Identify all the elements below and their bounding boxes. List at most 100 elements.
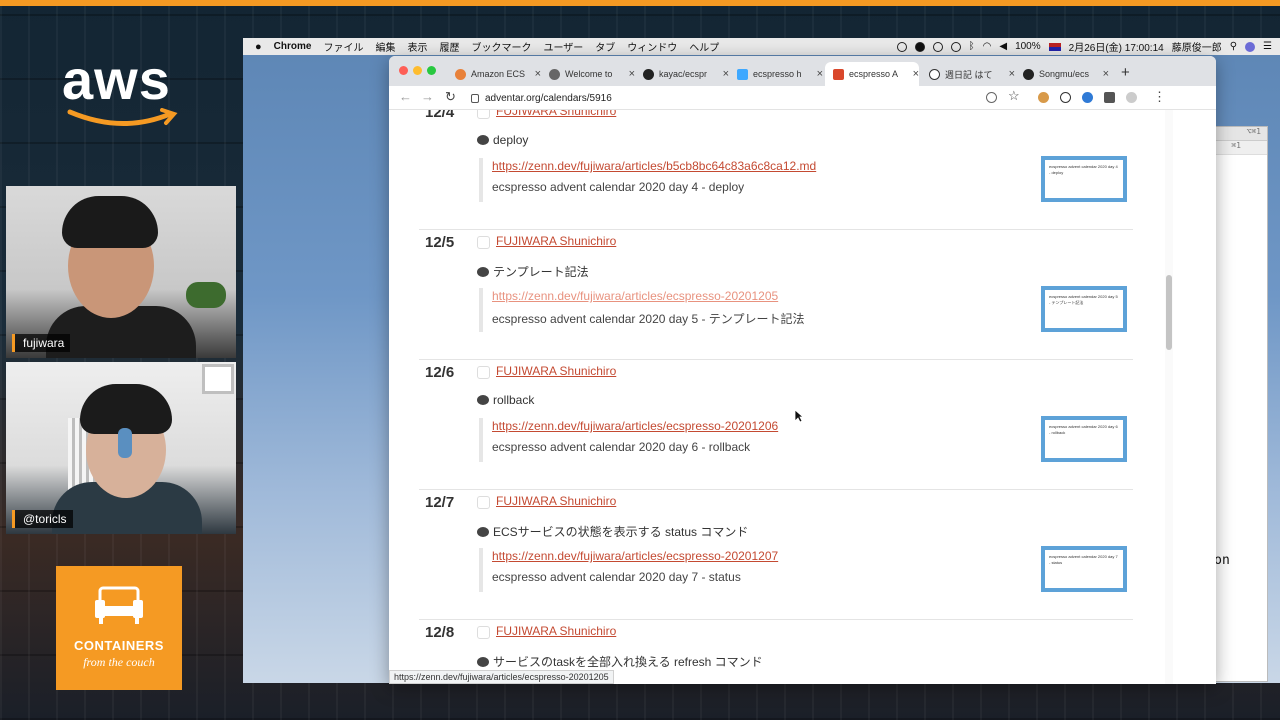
battery-level[interactable]: 100%	[1015, 41, 1041, 52]
author-link[interactable]: FUJIWARA Shunichiro	[496, 494, 616, 508]
tray-info-icon[interactable]	[950, 41, 961, 52]
cam-label-toricls: @toricls	[12, 510, 73, 528]
show-logo-title: CONTAINERS	[74, 638, 164, 653]
tray-clock-icon[interactable]	[932, 41, 943, 52]
quote-bar	[479, 288, 485, 332]
author-avatar	[477, 496, 490, 509]
flag-icon[interactable]	[1048, 42, 1061, 51]
tab-welcome[interactable]: Welcome to ×	[541, 62, 635, 86]
aws-logo: aws	[62, 50, 182, 132]
tab-label: Amazon ECS	[471, 69, 526, 79]
article-title: ecspresso advent calendar 2020 day 5 - テ…	[492, 312, 805, 326]
comment-bubble-icon	[477, 135, 489, 145]
tab-ecspresso-zenn[interactable]: ecspresso h ×	[729, 62, 823, 86]
extension-search-icon[interactable]	[1082, 92, 1093, 103]
info-icon	[929, 68, 940, 80]
author-link[interactable]: FUJIWARA Shunichiro	[496, 234, 616, 248]
address-bar[interactable]: adventar.org/calendars/5916	[471, 89, 1031, 107]
aws-logo-text: aws	[62, 48, 171, 111]
apple-menu-icon[interactable]: ●	[255, 41, 262, 53]
author-link[interactable]: FUJIWARA Shunichiro	[496, 624, 616, 638]
tab-kayac-ecspresso[interactable]: kayac/ecspr ×	[635, 62, 729, 86]
tab-label: 週日記 はて	[945, 69, 993, 80]
entry-comment: テンプレート記法	[477, 263, 589, 280]
article-thumbnail[interactable]: ecspresso advent calendar 2020 day 6 - r…	[1041, 416, 1127, 462]
extensions-puzzle-icon[interactable]	[1104, 92, 1115, 103]
article-thumbnail[interactable]: ecspresso advent calendar 2020 day 4 - d…	[1041, 156, 1127, 202]
close-tab-icon[interactable]: ×	[1103, 68, 1109, 80]
forward-button[interactable]: →	[421, 89, 434, 104]
menu-window[interactable]: ウィンドウ	[627, 39, 677, 54]
menu-view[interactable]: 表示	[407, 39, 427, 54]
comment-text: rollback	[493, 393, 535, 407]
lock-icon	[471, 93, 479, 103]
browser-menu-icon[interactable]: ⋮	[1153, 89, 1166, 105]
bluetooth-icon[interactable]: ᛒ	[969, 41, 975, 52]
entry-comment: サービスのtaskを全部入れ換える refresh コマンド	[477, 653, 763, 670]
page-scrollbar[interactable]	[1165, 110, 1173, 684]
menu-tab[interactable]: タブ	[595, 39, 615, 54]
entry-date: 12/8	[425, 624, 455, 641]
comment-bubble-icon	[477, 526, 489, 537]
author-avatar	[477, 110, 490, 119]
article-thumbnail[interactable]: ecspresso advent calendar 2020 day 5 - テ…	[1041, 286, 1127, 332]
back-button[interactable]: ←	[399, 89, 412, 104]
tray-record-icon[interactable]	[914, 41, 925, 52]
siri-icon[interactable]	[1245, 41, 1256, 52]
bookmark-star-icon[interactable]: ☆	[1008, 88, 1020, 104]
wifi-icon[interactable]: ◠	[983, 41, 992, 52]
spotlight-search-icon[interactable]: ⚲	[1230, 41, 1237, 52]
install-icon[interactable]	[986, 92, 997, 103]
menu-help[interactable]: ヘルプ	[689, 39, 719, 54]
article-link[interactable]: https://zenn.dev/fujiwara/articles/ecspr…	[492, 419, 778, 433]
extension-info-icon[interactable]	[1060, 92, 1071, 103]
article-thumbnail[interactable]: ecspresso advent calendar 2020 day 7 - s…	[1041, 546, 1127, 592]
calendar-entry: 12/7 FUJIWARA Shunichiro ECSサービスの状態を表示する…	[419, 494, 1133, 620]
author-link[interactable]: FUJIWARA Shunichiro	[496, 364, 616, 378]
github-icon	[643, 68, 654, 80]
entry-comment: rollback	[477, 393, 534, 407]
menu-user[interactable]: ユーザー	[543, 39, 583, 54]
entry-date: 12/5	[425, 234, 455, 251]
author-link[interactable]: FUJIWARA Shunichiro	[496, 110, 616, 118]
profile-avatar[interactable]	[1126, 92, 1137, 103]
menu-app-name[interactable]: Chrome	[274, 41, 312, 52]
author-avatar	[477, 236, 490, 249]
globe-icon	[549, 68, 560, 80]
tab-amazon-ecs[interactable]: Amazon ECS ×	[447, 62, 541, 86]
menubar-user[interactable]: 藤原俊一郎	[1172, 39, 1222, 54]
entry-date: 12/7	[425, 494, 455, 511]
close-window-button[interactable]	[399, 66, 408, 75]
menubar-clock[interactable]: 2月26日(金) 17:00:14	[1069, 39, 1164, 54]
webcam-toricls: @toricls	[6, 362, 236, 534]
menu-bookmarks[interactable]: ブックマーク	[471, 39, 531, 54]
article-link[interactable]: https://zenn.dev/fujiwara/articles/b5cb8…	[492, 159, 816, 173]
menu-history[interactable]: 履歴	[439, 39, 459, 54]
menu-file[interactable]: ファイル	[323, 39, 363, 54]
minimize-window-button[interactable]	[413, 66, 422, 75]
new-tab-button[interactable]: +	[1121, 64, 1130, 81]
menu-edit[interactable]: 編集	[375, 39, 395, 54]
link-status-bubble: https://zenn.dev/fujiwara/articles/ecspr…	[389, 670, 614, 684]
control-center-icon[interactable]: ☰	[1263, 41, 1272, 52]
article-link[interactable]: https://zenn.dev/fujiwara/articles/ecspr…	[492, 289, 778, 303]
tab-songmu-ecs[interactable]: Songmu/ecs ×	[1015, 62, 1109, 86]
comment-text: deploy	[493, 133, 529, 147]
volume-icon[interactable]: ◀	[999, 41, 1007, 52]
headset-icon	[118, 428, 132, 458]
close-tab-icon[interactable]: ×	[913, 68, 919, 80]
entry-date: 12/4	[425, 110, 455, 121]
close-tab-icon[interactable]: ×	[817, 68, 823, 80]
cam-label-fujiwara: fujiwara	[12, 334, 71, 352]
reload-button[interactable]: ↻	[445, 89, 456, 105]
tab-weekly-diary[interactable]: 週日記 はて ×	[921, 62, 1015, 86]
article-link[interactable]: https://zenn.dev/fujiwara/articles/ecspr…	[492, 549, 778, 563]
tab-ecspresso-adventar[interactable]: ecspresso A ×	[825, 62, 919, 86]
maximize-window-button[interactable]	[427, 66, 436, 75]
adventar-page: 12/4 FUJIWARA Shunichiro deploy https://…	[389, 110, 1173, 684]
tray-app-icon[interactable]	[896, 41, 907, 52]
tab-label: ecspresso h	[753, 69, 802, 79]
mac-menubar: ● Chrome ファイル 編集 表示 履歴 ブックマーク ユーザー タブ ウィ…	[243, 38, 1280, 55]
extension-cookie-icon[interactable]	[1038, 92, 1049, 103]
scrollbar-thumb[interactable]	[1166, 275, 1172, 350]
